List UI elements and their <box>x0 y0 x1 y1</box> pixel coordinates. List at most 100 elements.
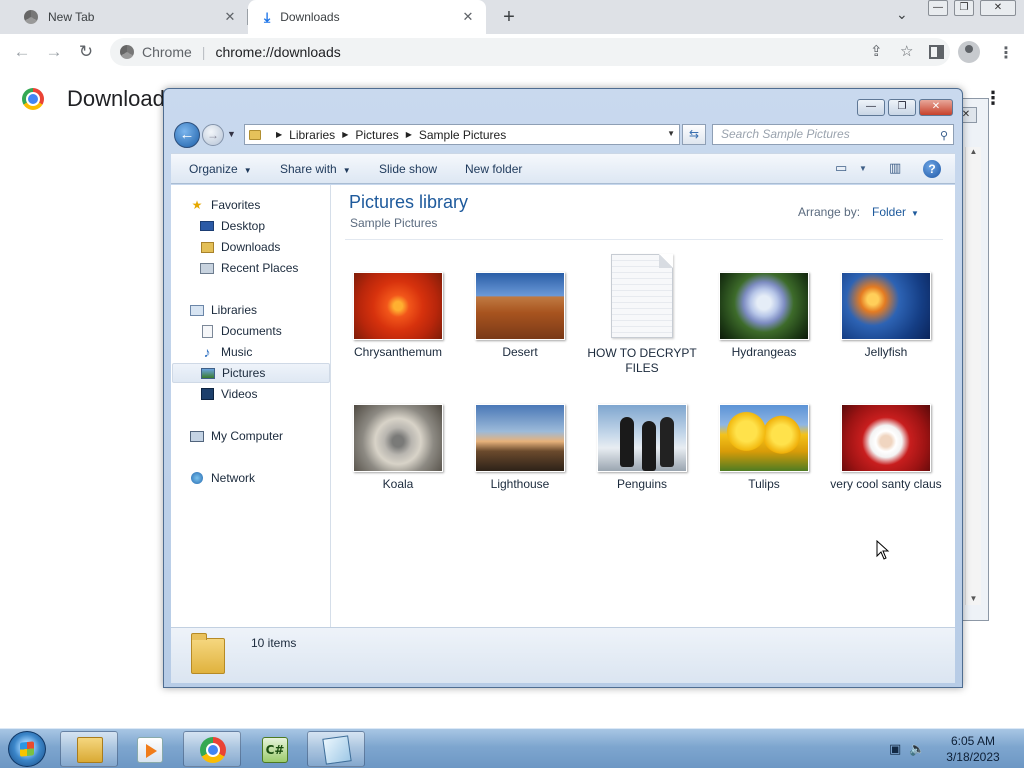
tab-new-tab[interactable]: New Tab ✕ <box>8 0 248 34</box>
close-button[interactable]: ✕ <box>980 0 1016 16</box>
network-icon <box>189 471 205 485</box>
file-name: Lighthouse <box>490 477 550 491</box>
refresh-icon[interactable]: ⇆ <box>682 124 706 145</box>
nav-label: Recent Places <box>221 261 299 275</box>
file-tile[interactable]: Hydrangeas <box>708 272 820 360</box>
preview-pane-icon[interactable]: ▥ <box>889 160 901 176</box>
breadcrumb-libraries[interactable]: Libraries <box>289 128 335 142</box>
file-tile[interactable]: Chrysanthemum <box>342 272 454 360</box>
organize-button[interactable]: Organize ▼ <box>189 162 252 176</box>
address-bar[interactable]: ▶ Libraries ▶ Pictures ▶ Sample Pictures… <box>244 124 680 145</box>
header-divider <box>345 239 943 240</box>
tab-search-icon[interactable]: ⌄ <box>896 6 908 23</box>
kebab-menu-icon[interactable]: ⋮ <box>998 43 1014 63</box>
image-thumbnail <box>841 404 931 472</box>
change-view-icon[interactable]: ▭ <box>835 160 847 176</box>
side-panel-icon[interactable] <box>929 45 944 59</box>
nav-favorites[interactable]: ★ Favorites <box>189 195 347 215</box>
folder-icon <box>249 129 261 140</box>
explorer-maximize-button[interactable]: ❐ <box>888 99 916 116</box>
image-thumbnail <box>597 404 687 472</box>
file-tile[interactable]: Koala <box>342 404 454 492</box>
arrange-by-dropdown[interactable]: Folder ▼ <box>872 205 919 219</box>
navigation-pane: ★ Favorites Desktop Downloads Recent Plac… <box>171 185 331 627</box>
taskbar-explorer[interactable] <box>60 731 118 767</box>
file-name: HOW TO DECRYPT FILES <box>587 346 697 375</box>
page-title: Download <box>67 86 165 111</box>
omnibox-url[interactable]: chrome://downloads <box>215 44 340 60</box>
explorer-back-icon[interactable]: ← <box>174 122 200 148</box>
omnibox[interactable]: Chrome | chrome://downloads ⇪ ☆ <box>110 38 950 66</box>
clock[interactable]: 6:05 AM 3/18/2023 <box>940 733 1006 765</box>
recent-pages-icon[interactable]: ▼ <box>227 129 236 139</box>
background-scrollbar[interactable]: ▲ ▼ <box>965 147 981 605</box>
view-options-icon[interactable]: ▼ <box>859 164 867 173</box>
command-bar: Organize ▼ Share with ▼ Slide show New fol… <box>171 153 955 184</box>
tab-close-icon[interactable]: ✕ <box>460 9 476 25</box>
download-icon: ⤓ <box>264 8 271 25</box>
videos-icon <box>199 387 215 401</box>
slide-show-button[interactable]: Slide show <box>379 162 437 176</box>
taskbar-csharp-app[interactable]: C# <box>245 731 303 767</box>
chrome-tab-icon <box>24 10 38 24</box>
taskbar-notepad[interactable] <box>307 731 365 767</box>
nav-pictures[interactable]: Pictures <box>172 363 330 383</box>
search-icon[interactable]: ⚲ <box>940 127 948 146</box>
computer-icon <box>189 429 205 443</box>
help-icon[interactable]: ? <box>923 160 941 178</box>
file-content-pane: Pictures library Sample Pictures Arrange… <box>331 185 955 627</box>
minimize-button[interactable]: — <box>928 0 948 16</box>
nav-network[interactable]: Network <box>189 468 347 488</box>
restore-button[interactable]: ❐ <box>954 0 974 16</box>
desktop-icon <box>199 219 215 233</box>
breadcrumb-pictures[interactable]: Pictures <box>355 128 398 142</box>
nav-label: Desktop <box>221 219 266 233</box>
file-tile[interactable]: Tulips <box>708 404 820 492</box>
organize-label: Organize <box>189 162 238 176</box>
nav-libraries[interactable]: Libraries <box>189 300 347 320</box>
profile-icon[interactable] <box>958 41 980 63</box>
file-tile[interactable]: very cool santy claus <box>830 404 942 492</box>
breadcrumb-chevron-icon[interactable]: ▶ <box>342 130 348 139</box>
explorer-forward-icon[interactable]: → <box>202 124 224 146</box>
share-with-button[interactable]: Share with ▼ <box>280 162 351 176</box>
breadcrumb-chevron-icon[interactable]: ▶ <box>406 130 412 139</box>
taskbar-chrome[interactable] <box>183 731 241 767</box>
nav-label: Downloads <box>221 240 281 254</box>
nav-label: Favorites <box>211 198 261 212</box>
breadcrumb-sample-pictures[interactable]: Sample Pictures <box>419 128 506 142</box>
tab-downloads[interactable]: ⤓ Downloads ✕ <box>248 0 486 34</box>
file-tile[interactable]: HOW TO DECRYPT FILES <box>586 254 698 376</box>
tab-close-icon[interactable]: ✕ <box>222 9 238 25</box>
clock-date: 3/18/2023 <box>946 750 1000 764</box>
file-tile[interactable]: Desert <box>464 272 576 360</box>
image-thumbnail <box>353 404 443 472</box>
reload-icon[interactable]: ↻ <box>74 41 98 63</box>
new-tab-button[interactable]: + <box>498 6 520 28</box>
nav-my-computer[interactable]: My Computer <box>189 426 347 446</box>
share-icon[interactable]: ⇪ <box>870 38 883 66</box>
music-icon: ♪ <box>203 344 211 360</box>
tab-strip: New Tab ✕ ⤓ Downloads ✕ + ⌄ — ❐ ✕ <box>0 0 1024 34</box>
nav-label: Videos <box>221 387 258 401</box>
search-placeholder: Search Sample Pictures <box>721 127 850 141</box>
image-thumbnail <box>475 404 565 472</box>
file-tile[interactable]: Penguins <box>586 404 698 492</box>
search-input[interactable]: Search Sample Pictures ⚲ <box>712 124 954 145</box>
media-player-icon <box>137 737 163 763</box>
new-folder-button[interactable]: New folder <box>465 162 522 176</box>
star-icon: ★ <box>191 198 203 212</box>
file-tile[interactable]: Lighthouse <box>464 404 576 492</box>
star-icon[interactable]: ☆ <box>900 38 913 66</box>
taskbar-media-player[interactable] <box>122 731 180 767</box>
address-dropdown-icon[interactable]: ▼ <box>667 129 675 138</box>
file-tile[interactable]: Jellyfish <box>830 272 942 360</box>
forward-icon[interactable]: → <box>42 41 66 63</box>
explorer-close-button[interactable]: ✕ <box>919 99 953 116</box>
back-icon[interactable]: ← <box>10 41 34 63</box>
explorer-minimize-button[interactable]: — <box>857 99 885 116</box>
volume-icon[interactable]: 🔈 <box>909 741 933 756</box>
start-button[interactable] <box>8 731 46 767</box>
breadcrumb-chevron-icon[interactable]: ▶ <box>276 130 282 139</box>
network-status-icon[interactable]: ▣ <box>889 741 909 756</box>
